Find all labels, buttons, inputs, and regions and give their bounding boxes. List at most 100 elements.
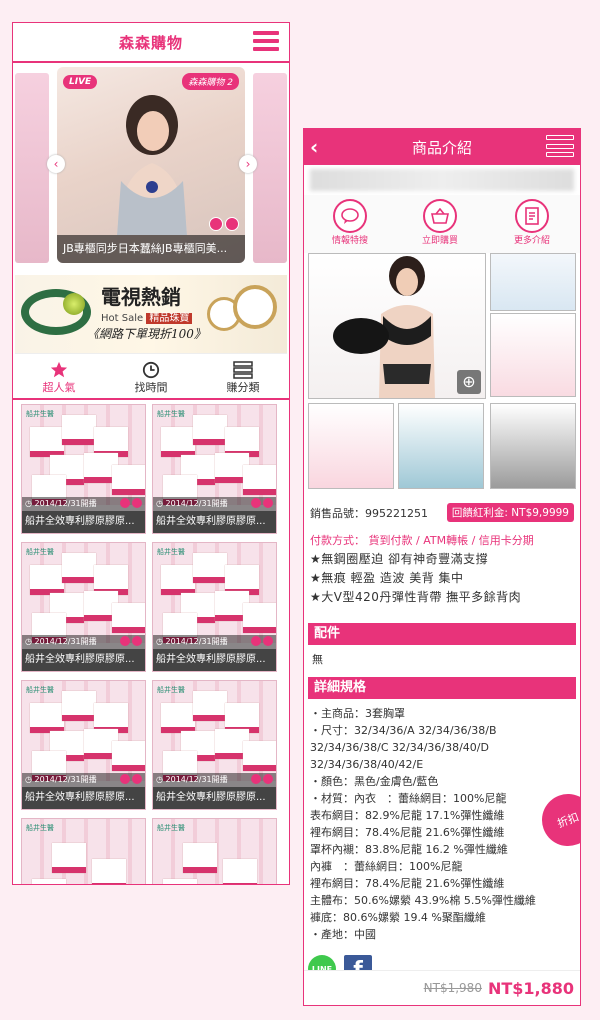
carousel-next-slide[interactable]	[253, 73, 287, 263]
product-pack-image	[193, 415, 227, 445]
clock-icon: ◷	[25, 637, 35, 646]
brand-logo: 船井生醫	[26, 548, 54, 556]
main-product-image[interactable]: ⊕	[308, 253, 486, 399]
action-buttons: 情報特搜 立即購買 更多介紹	[304, 195, 580, 253]
broadcast-date: 2014/12/31開播	[165, 637, 228, 646]
product-card[interactable]: 船井生醫 ◷ 2014/12/31開播 船井全效專利膠原膠原...	[21, 404, 146, 534]
product-pack-image	[30, 565, 64, 595]
spec-line: 內褲 ：蕾絲網目：100%尼龍	[310, 860, 463, 873]
card-action-icons	[251, 498, 273, 508]
product-pack-image	[243, 603, 276, 633]
tab-popular[interactable]: 超人氣	[13, 360, 105, 398]
cart-icon[interactable]	[251, 774, 261, 784]
product-name: 船井全效專利膠原膠原...	[22, 511, 145, 533]
product-pack-image	[112, 741, 145, 771]
broadcast-date: 2014/12/31開播	[34, 637, 97, 646]
spec-line: 表布網目：82.9%尼龍 17.1%彈性纖維	[310, 809, 505, 822]
cart-icon[interactable]	[209, 217, 223, 231]
action-label: 更多介紹	[514, 236, 551, 246]
hamburger-menu-icon[interactable]	[253, 31, 279, 51]
basket-icon	[423, 199, 457, 233]
more-info-button[interactable]: 更多介紹	[514, 199, 550, 246]
info-search-button[interactable]: 情報特搜	[332, 199, 368, 246]
product-pack-image	[30, 427, 64, 457]
product-pack-image	[112, 465, 145, 495]
thumb-image[interactable]	[398, 403, 484, 489]
carousel-prev-slide[interactable]	[15, 73, 49, 263]
link-icon[interactable]	[263, 636, 273, 646]
brand-logo: 船井生醫	[26, 410, 54, 418]
slide-caption: JB專櫃同步日本蠶絲JB專櫃同美...	[57, 235, 245, 263]
product-card[interactable]: 船井生醫	[152, 818, 277, 884]
link-icon[interactable]	[132, 774, 142, 784]
clock-icon: ◷	[156, 499, 166, 508]
product-card[interactable]: 船井生醫 ◷ 2014/12/31開播 船井全效專利膠原膠原...	[152, 680, 277, 810]
buy-now-button[interactable]: 立即購買	[422, 199, 458, 246]
broadcast-bar: ◷ 2014/12/31開播	[22, 773, 145, 787]
blurred-product-title	[310, 169, 574, 191]
broadcast-date: 2014/12/31開播	[34, 499, 97, 508]
live-carousel[interactable]: LIVE 森森購物 2 JB專櫃同步日本蠶絲JB專櫃同美... ‹ ›	[13, 67, 289, 273]
tab-schedule[interactable]: 找時間	[105, 360, 197, 398]
spec-line: 罩杯內襯：83.8%尼龍 16.2 %彈性纖維	[310, 843, 508, 856]
link-icon[interactable]	[263, 498, 273, 508]
tab-label: 超人氣	[42, 381, 76, 394]
original-price: NT$1,980	[423, 981, 482, 995]
thumb-image[interactable]	[490, 403, 576, 489]
app-title: 森森購物	[118, 33, 183, 52]
cart-icon[interactable]	[251, 636, 261, 646]
product-card[interactable]: 船井生醫	[21, 818, 146, 884]
action-label: 情報特搜	[332, 236, 369, 246]
spec-line: 裡布網目：78.4%尼龍 21.6%彈性纖維	[310, 877, 505, 890]
chevron-left-icon[interactable]: ‹	[47, 155, 65, 173]
zoom-icon[interactable]: ⊕	[457, 370, 481, 394]
link-icon[interactable]	[263, 774, 273, 784]
hamburger-menu-icon[interactable]	[546, 135, 574, 157]
product-gallery: ⊕	[304, 253, 580, 495]
product-image: 船井生醫	[153, 819, 276, 884]
product-pack-image	[243, 741, 276, 771]
cart-icon[interactable]	[120, 774, 130, 784]
brand-logo: 船井生醫	[157, 686, 185, 694]
cart-icon[interactable]	[251, 498, 261, 508]
spec-line: ・顏色：黑色/金膚色/藍色	[310, 775, 439, 788]
feature-line: ★大V型420丹彈性背帶 撫平多餘背肉	[310, 590, 522, 604]
slide-action-icons	[209, 217, 239, 231]
product-card[interactable]: 船井生醫 ◷ 2014/12/31開播 船井全效專利膠原膠原...	[152, 404, 277, 534]
spec-line: 褲底：80.6%嫘縈 19.4 %聚酯纖維	[310, 911, 486, 924]
product-image: 船井生醫	[153, 681, 276, 781]
back-arrow-icon[interactable]: ‹	[310, 135, 318, 159]
card-action-icons	[120, 498, 142, 508]
product-image: 船井生醫	[22, 681, 145, 781]
link-icon[interactable]	[132, 498, 142, 508]
broadcast-bar: ◷ 2014/12/31開播	[22, 497, 145, 511]
broadcast-bar: ◷ 2014/12/31開播	[153, 635, 276, 649]
detail-header: ‹ 商品介紹	[304, 129, 580, 165]
spec-line: 32/34/36/38/40/42/E	[310, 758, 424, 771]
product-name: 船井全效專利膠原膠原...	[153, 649, 276, 671]
gem-image	[63, 293, 85, 315]
spec-list: ・主商品：3套胸罩 ・尺寸：32/34/36/A 32/34/36/38/B 32/…	[304, 699, 580, 949]
brand-logo: 船井生醫	[26, 686, 54, 694]
cart-icon[interactable]	[120, 636, 130, 646]
promo-banner[interactable]: 電視熱銷 Hot Sale 精品珠寶 《網路下單現折100》	[15, 275, 287, 354]
broadcast-bar: ◷ 2014/12/31開播	[153, 773, 276, 787]
chevron-right-icon[interactable]: ›	[239, 155, 257, 173]
product-grid: 船井生醫 ◷ 2014/12/31開播 船井全效專利膠原膠原... 船井生醫 ◷…	[13, 400, 289, 884]
link-icon[interactable]	[132, 636, 142, 646]
feature-line: ★無痕 輕盈 造波 美背 集中	[310, 571, 464, 585]
card-action-icons	[120, 774, 142, 784]
home-screen: 森森購物 LIVE 森森購物 2 JB專櫃同步日本蠶絲JB專櫃同美... ‹ ›	[12, 22, 290, 885]
product-card[interactable]: 船井生醫 ◷ 2014/12/31開播 船井全效專利膠原膠原...	[152, 542, 277, 672]
thumb-image[interactable]	[490, 253, 576, 311]
clock-icon: ◷	[25, 775, 35, 784]
product-card[interactable]: 船井生醫 ◷ 2014/12/31開播 船井全效專利膠原膠原...	[21, 542, 146, 672]
thumb-image[interactable]	[490, 313, 576, 397]
thumb-image[interactable]	[308, 403, 394, 489]
cart-icon[interactable]	[120, 498, 130, 508]
clock-icon: ◷	[156, 775, 166, 784]
carousel-current-slide[interactable]: LIVE 森森購物 2 JB專櫃同步日本蠶絲JB專櫃同美...	[57, 67, 245, 263]
link-icon[interactable]	[225, 217, 239, 231]
tab-categories[interactable]: 賺分類	[197, 360, 289, 398]
product-card[interactable]: 船井生醫 ◷ 2014/12/31開播 船井全效專利膠原膠原...	[21, 680, 146, 810]
